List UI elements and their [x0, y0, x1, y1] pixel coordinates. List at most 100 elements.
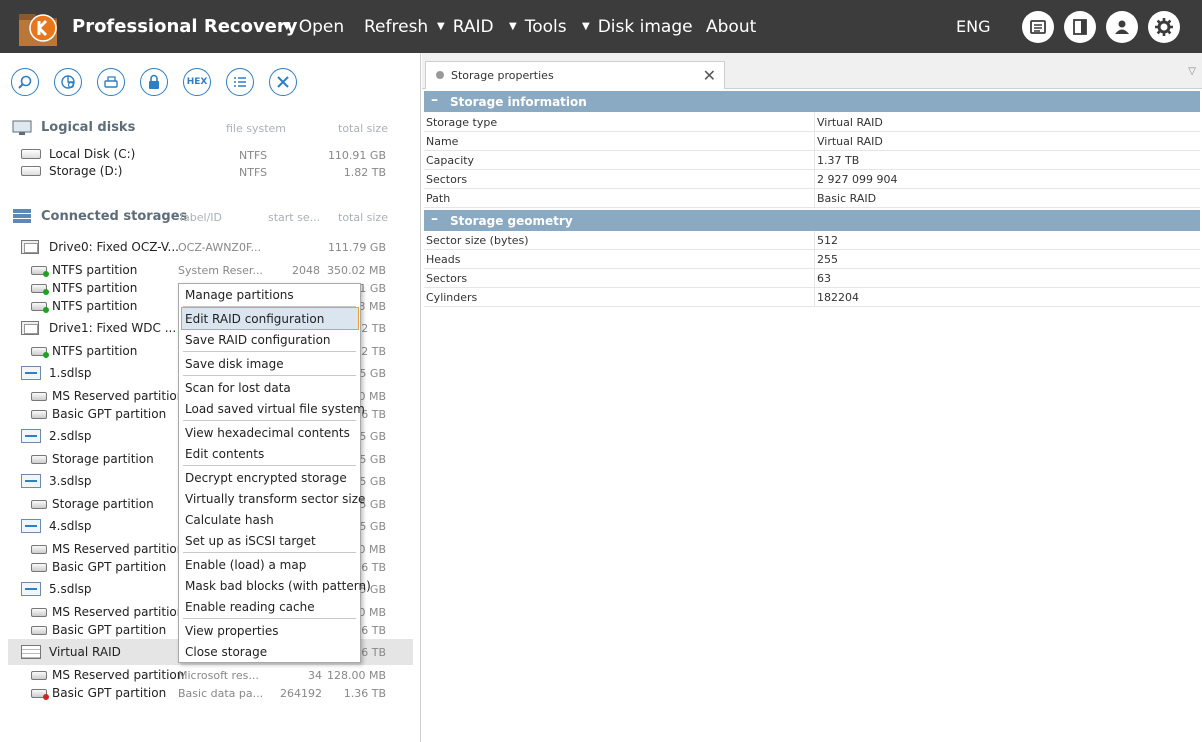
storage-row-start: 34	[308, 669, 322, 682]
close-tab-icon[interactable]: ✕	[703, 66, 716, 85]
partition-icon	[31, 347, 49, 358]
menu-item-enable-map[interactable]: Enable (load) a map	[185, 558, 306, 572]
scan-button[interactable]	[54, 68, 82, 96]
storage-row-name[interactable]: 5.sdlsp	[49, 582, 92, 596]
list-icon	[234, 77, 246, 87]
menu-item-manage-partitions[interactable]: Manage partitions	[185, 288, 294, 302]
menu-item-iscsi-target[interactable]: Set up as iSCSI target	[185, 534, 316, 548]
partition-icon	[31, 626, 47, 635]
menu-separator	[183, 420, 356, 421]
storage-row-name[interactable]: 3.sdlsp	[49, 474, 92, 488]
storage-row-name[interactable]: 1.sdlsp	[49, 366, 92, 380]
storage-row-name[interactable]: Storage partition	[52, 452, 154, 466]
storage-row-name[interactable]: Basic GPT partition	[52, 560, 166, 574]
property-value: 63	[814, 269, 831, 288]
hex-button[interactable]: HEX	[183, 68, 211, 96]
storage-row-name[interactable]: MS Reserved partition	[52, 668, 184, 682]
partition-icon	[31, 500, 47, 509]
user-button[interactable]	[1106, 11, 1138, 43]
menu-separator	[183, 306, 356, 307]
hard-drive-icon	[21, 321, 39, 335]
menu-item-reading-cache[interactable]: Enable reading cache	[185, 600, 315, 614]
storage-row-name[interactable]: Basic GPT partition	[52, 407, 166, 421]
tab-status-dot-icon	[436, 71, 444, 79]
monitor-icon	[12, 120, 32, 135]
menu-item-edit-contents[interactable]: Edit contents	[185, 447, 264, 461]
properties-pane: Storage properties ✕ ▽ – Storage informa…	[422, 53, 1202, 742]
property-value: Virtual RAID	[814, 132, 883, 151]
image-file-icon	[21, 366, 41, 380]
storage-row-name[interactable]: MS Reserved partition	[52, 605, 184, 619]
status-led-icon	[43, 307, 49, 313]
lock-button[interactable]	[140, 68, 168, 96]
menu-item-save-disk-image[interactable]: Save disk image	[185, 357, 284, 371]
logical-disk-name[interactable]: Local Disk (C:)	[49, 147, 135, 161]
menu-item-decrypt[interactable]: Decrypt encrypted storage	[185, 471, 347, 485]
menu-item-save-raid-configuration[interactable]: Save RAID configuration	[185, 333, 331, 347]
menu-item-transform-sector-size[interactable]: Virtually transform sector size	[185, 492, 365, 506]
menu-item-load-saved-vfs[interactable]: Load saved virtual file system	[185, 402, 365, 416]
raid-icon	[21, 645, 41, 659]
storage-row-name[interactable]: NTFS partition	[52, 263, 137, 277]
tab-list-dropdown-icon[interactable]: ▽	[1188, 66, 1196, 77]
language-selector[interactable]: ENG	[956, 17, 990, 36]
close-storage-button[interactable]	[269, 68, 297, 96]
panel-icon	[1073, 19, 1087, 35]
storage-row-label: OCZ-AWNZ0F...	[178, 241, 262, 254]
storage-row-start: 264192	[280, 687, 322, 700]
list-button[interactable]	[226, 68, 254, 96]
status-led-icon	[43, 694, 49, 700]
storage-row-name[interactable]: Basic GPT partition	[52, 686, 166, 700]
storage-row-name[interactable]: NTFS partition	[52, 299, 137, 313]
menu-disk-image[interactable]: ▼ Disk image	[582, 17, 693, 37]
menu-item-calculate-hash[interactable]: Calculate hash	[185, 513, 274, 527]
storage-row-name[interactable]: NTFS partition	[52, 344, 137, 358]
storage-row-name[interactable]: Drive1: Fixed WDC ...	[49, 321, 176, 335]
scan-icon	[61, 75, 75, 89]
storage-row-name[interactable]: Basic GPT partition	[52, 623, 166, 637]
dropdown-arrow-icon: ▼	[582, 21, 590, 32]
panel-button[interactable]	[1064, 11, 1096, 43]
group-header-storage-information[interactable]: – Storage information	[424, 91, 1200, 112]
menu-item-view-properties[interactable]: View properties	[185, 624, 279, 638]
menu-separator	[183, 351, 356, 352]
status-led-icon	[43, 352, 49, 358]
storage-row-name[interactable]: MS Reserved partition	[52, 389, 184, 403]
group-header-storage-geometry[interactable]: – Storage geometry	[424, 210, 1200, 231]
storage-row-name[interactable]: Storage partition	[52, 497, 154, 511]
storage-row-name[interactable]: Drive0: Fixed OCZ-V...	[49, 240, 179, 254]
image-file-icon	[21, 474, 41, 488]
menu-item-edit-raid-configuration[interactable]: Edit RAID configuration	[185, 312, 324, 326]
col-start-sector: start se...	[268, 211, 321, 224]
menu-item-close-storage[interactable]: Close storage	[185, 645, 267, 659]
settings-button[interactable]	[1148, 11, 1180, 43]
menu-raid[interactable]: ▼ RAID	[437, 17, 494, 37]
menu-item-scan-for-lost-data[interactable]: Scan for lost data	[185, 381, 291, 395]
storage-row-name[interactable]: 4.sdlsp	[49, 519, 92, 533]
property-name: Storage type	[426, 116, 498, 129]
property-value: 255	[814, 250, 838, 269]
property-name: Sector size (bytes)	[426, 234, 529, 247]
storage-row-name[interactable]: Virtual RAID	[49, 645, 121, 659]
log-button[interactable]	[1022, 11, 1054, 43]
storage-row-name[interactable]: NTFS partition	[52, 281, 137, 295]
logical-disk-name[interactable]: Storage (D:)	[49, 164, 122, 178]
partition-icon	[31, 563, 47, 572]
menu-item-view-hex[interactable]: View hexadecimal contents	[185, 426, 350, 440]
property-value: 512	[814, 231, 838, 250]
storage-row-size: 128.00 MB	[326, 669, 386, 682]
menu-tools[interactable]: ▼ Tools	[509, 17, 567, 37]
tab-storage-properties[interactable]: Storage properties ✕	[425, 61, 725, 89]
storage-row-name[interactable]: MS Reserved partition	[52, 542, 184, 556]
search-button[interactable]	[11, 68, 39, 96]
menu-open[interactable]: ▼ Open	[283, 17, 344, 37]
storage-row-name[interactable]: 2.sdlsp	[49, 429, 92, 443]
menu-refresh[interactable]: Refresh	[364, 17, 428, 37]
menu-about[interactable]: About	[706, 17, 756, 37]
menu-item-mask-bad-blocks[interactable]: Mask bad blocks (with pattern)	[185, 579, 371, 593]
copy-button[interactable]	[97, 68, 125, 96]
partition-icon	[31, 545, 47, 554]
log-icon	[1030, 20, 1046, 34]
tab-strip: Storage properties ✕ ▽	[422, 53, 1202, 89]
menu-separator	[183, 618, 356, 619]
